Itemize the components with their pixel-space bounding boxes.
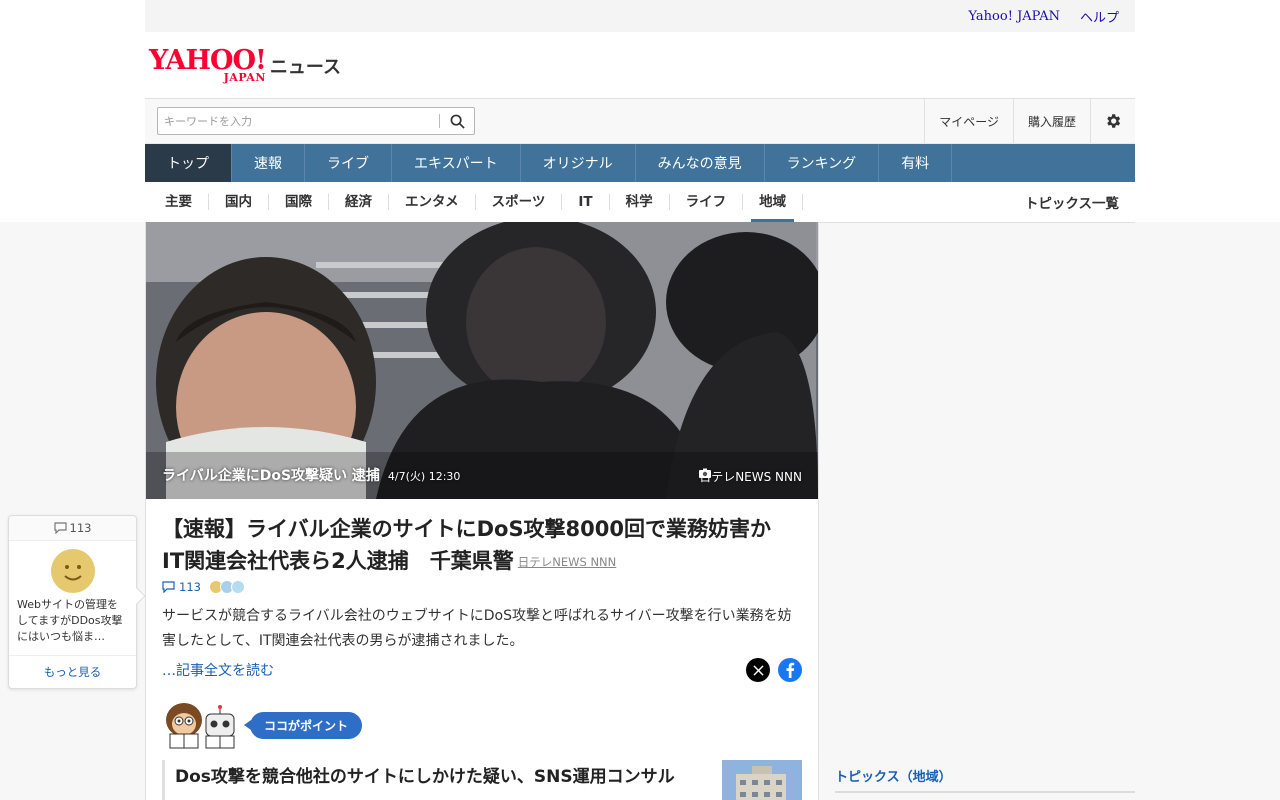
gear-icon [1107,114,1121,128]
logo-suffix: ニュース [269,57,342,78]
photo-caption: ライバル企業にDoS攻撃疑い 逮捕 4/7(火) 12:30 [162,465,460,485]
float-comment-count-text: 113 [69,521,92,535]
search-row: マイページ 購入履歴 [145,99,1135,144]
article-headline[interactable]: 【速報】ライバル企業のサイトにDoS攻撃8000回で業務妨害か IT関連会社代表… [162,513,802,578]
gnav-breaking[interactable]: 速報 [232,144,305,182]
photo-caption-text: ライバル企業にDoS攻撃疑い 逮捕 [162,468,380,484]
point-article-thumbnail [722,760,802,800]
point-header: ココがポイント [162,700,802,750]
gnav-original[interactable]: オリジナル [521,144,636,182]
share-facebook-button[interactable] [778,658,802,682]
share-buttons [746,658,802,682]
cnav-it[interactable]: IT [562,194,610,210]
cnav-economy[interactable]: 経済 [329,194,389,210]
building-thumbnail [722,760,802,800]
readmore-row: …記事全文を読む [162,658,802,682]
yahoo-news-logo[interactable]: YAHOO! JAPAN ニュース [149,47,341,83]
yahoo-logo: YAHOO! JAPAN [149,45,267,83]
gnav-ranking[interactable]: ランキング [765,144,880,182]
facebook-logo-icon [786,662,795,678]
mypage-link[interactable]: マイページ [924,99,1013,143]
smile-avatar-icon [50,549,95,593]
point-article[interactable]: Dos攻撃を競合他社のサイトにしかけた疑い、SNS運用コンサル [162,760,802,800]
comment-icon [53,522,67,534]
sad-face-icon [230,580,245,594]
cnav-science[interactable]: 科学 [610,194,670,210]
camera-icon [699,468,712,478]
gnav-live[interactable]: ライブ [305,144,392,182]
gnav-paid[interactable]: 有料 [879,144,953,182]
cnav-world[interactable]: 国際 [269,194,329,210]
cnav-entertainment[interactable]: エンタメ [389,194,476,210]
smile-face-drawing [63,565,82,581]
cnav-life[interactable]: ライフ [670,194,744,210]
photo-credit: 日テレNEWS NNN [699,468,802,485]
float-comment-text[interactable]: Webサイトの管理をしてますがDDos攻撃にはいつも悩ま… [9,593,136,651]
comment-icon [162,581,175,593]
cnav-domestic[interactable]: 国内 [209,194,269,210]
main-article: ライバル企業にDoS攻撃疑い 逮捕 4/7(火) 12:30 日テレNEWS N… [145,222,819,800]
cnav-sports[interactable]: スポーツ [476,194,563,210]
point-article-title: Dos攻撃を競合他社のサイトにしかけた疑い、SNS運用コンサル [175,767,675,787]
gnav-top[interactable]: トップ [145,144,232,182]
topics-list-link[interactable]: トピックス一覧 [1025,192,1135,212]
photo-credit-text: 日テレNEWS NNN [699,470,802,484]
article-summary: サービスが競合するライバル会社のウェブサイトにDoS攻撃と呼ばれるサイバー攻撃を… [162,608,792,649]
float-comment-count[interactable]: 113 [9,516,136,541]
comment-float-card: 113 Webサイトの管理をしてますがDDos攻撃にはいつも悩ま… もっと見る [8,515,146,689]
photo-date: 4/7(火) 12:30 [387,470,461,483]
x-logo-icon [752,664,764,676]
article-photo[interactable]: ライバル企業にDoS攻撃疑い 逮捕 4/7(火) 12:30 日テレNEWS N… [146,222,818,499]
account-links: マイページ 購入履歴 [924,99,1135,143]
search-icon [450,114,465,129]
header: Yahoo! JAPAN ヘルプ YAHOO! JAPAN ニュース マイページ… [145,0,1135,223]
gnav-opinions[interactable]: みんなの意見 [636,144,765,182]
search-box [157,107,475,135]
search-button[interactable] [440,108,474,134]
share-x-button[interactable] [746,658,770,682]
logo-row: YAHOO! JAPAN ニュース [145,32,1135,99]
purchase-history-link[interactable]: 購入履歴 [1012,99,1090,143]
cnav-main[interactable]: 主要 [149,194,209,210]
gnav-expert[interactable]: エキスパート [392,144,521,182]
article-body: 【速報】ライバル企業のサイトにDoS攻撃8000回で業務妨害か IT関連会社代表… [146,499,818,800]
help-link[interactable]: ヘルプ [1080,7,1119,26]
comment-count: 113 [179,580,201,594]
read-full-article-link[interactable]: …記事全文を読む [162,660,274,680]
search-input[interactable] [158,109,439,133]
global-nav: トップ 速報 ライブ エキスパート オリジナル みんなの意見 ランキング 有料 [145,144,1135,182]
article-source-link[interactable]: 日テレNEWS NNN [518,555,617,569]
reaction-faces [208,580,245,594]
settings-button[interactable] [1090,99,1135,143]
mascot-characters-icon [166,703,235,749]
float-more-link[interactable]: もっと見る [9,655,136,687]
yahoo-japan-link[interactable]: Yahoo! JAPAN [968,9,1060,24]
comment-summary[interactable]: 113 [162,580,802,594]
category-nav: 主要 国内 国際 経済 エンタメ スポーツ IT 科学 ライフ 地域 トピックス… [145,182,1135,223]
utility-bar: Yahoo! JAPAN ヘルプ [145,0,1135,32]
topics-local-heading[interactable]: トピックス（地域） [835,766,1135,793]
headline-text: 【速報】ライバル企業のサイトにDoS攻撃8000回で業務妨害か IT関連会社代表… [162,517,793,573]
point-badge: ココがポイント [243,711,363,739]
cnav-local[interactable]: 地域 [743,194,804,222]
logo-main: YAHOO! [149,45,267,76]
photo-illustration [146,222,818,499]
